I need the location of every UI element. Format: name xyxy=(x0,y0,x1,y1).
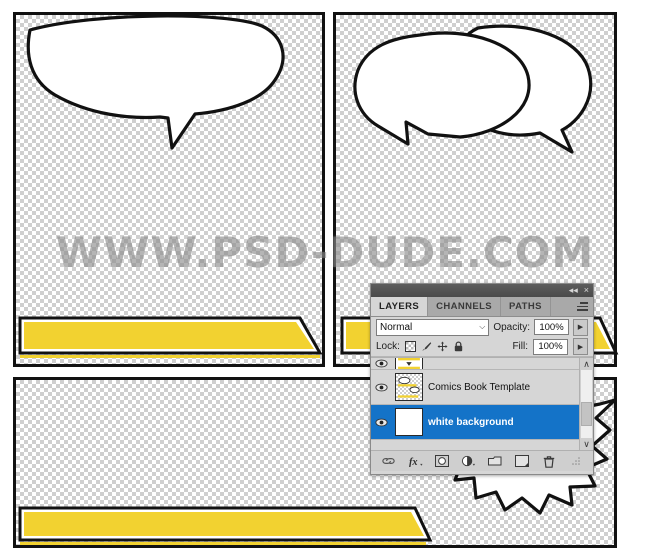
chevron-down-icon: ⌵ xyxy=(479,322,486,331)
tab-paths[interactable]: PATHS xyxy=(501,297,551,316)
lock-transparent-pixels-icon[interactable] xyxy=(404,341,416,352)
eye-icon[interactable] xyxy=(373,418,390,427)
scroll-down-arrow-icon[interactable]: ∨ xyxy=(583,438,590,450)
layer-thumbnail[interactable] xyxy=(395,408,423,436)
delete-layer-icon[interactable] xyxy=(541,454,556,468)
panel-tabs[interactable]: LAYERS CHANNELS PATHS xyxy=(371,297,593,317)
fill-stepper[interactable]: ▶ xyxy=(573,338,588,355)
svg-text:fx: fx xyxy=(409,457,418,467)
collapse-icon[interactable]: ◂◂ xyxy=(569,286,578,295)
link-layers-icon[interactable] xyxy=(381,454,396,468)
scrollbar-thumb[interactable] xyxy=(581,402,592,426)
new-layer-icon[interactable] xyxy=(515,454,530,468)
lock-label: Lock: xyxy=(376,341,400,352)
table-row[interactable]: Comics Book Template xyxy=(371,370,593,405)
layer-list[interactable]: Comics Book Template white background ∧ xyxy=(371,357,593,450)
layer-thumbnail[interactable] xyxy=(395,358,423,369)
scroll-up-arrow-icon[interactable]: ∧ xyxy=(583,358,590,370)
lock-all-icon[interactable] xyxy=(453,341,464,352)
layer-list-scrollbar[interactable]: ∧ ∨ xyxy=(579,358,593,450)
table-row[interactable]: white background xyxy=(371,405,593,440)
blend-mode-select[interactable]: Normal ⌵ xyxy=(376,318,490,336)
layer-thumbnail[interactable] xyxy=(395,373,423,401)
lock-image-pixels-icon[interactable] xyxy=(421,341,432,352)
resize-grip-icon[interactable] xyxy=(568,454,583,468)
layers-panel-footer[interactable]: fx xyxy=(371,450,593,471)
panel-titlebar[interactable]: ◂◂ × xyxy=(371,284,593,297)
fill-input[interactable]: 100% xyxy=(533,338,568,355)
panel-top-left xyxy=(13,12,325,367)
tab-layers[interactable]: LAYERS xyxy=(371,297,429,316)
new-group-icon[interactable] xyxy=(488,454,503,468)
layer-name: white background xyxy=(428,416,514,428)
lock-position-icon[interactable] xyxy=(437,341,448,352)
tab-channels[interactable]: CHANNELS xyxy=(428,297,502,316)
layers-panel[interactable]: ◂◂ × LAYERS CHANNELS PATHS Normal ⌵ Opac… xyxy=(370,283,594,475)
layer-style-fx-icon[interactable]: fx xyxy=(408,454,423,468)
fill-label: Fill: xyxy=(512,341,528,352)
blend-opacity-row: Normal ⌵ Opacity: 100% ▶ xyxy=(371,317,593,337)
blend-mode-value: Normal xyxy=(380,321,413,333)
panel-menu-icon[interactable] xyxy=(577,302,588,311)
table-row[interactable] xyxy=(371,358,593,370)
eye-icon[interactable] xyxy=(373,359,390,368)
layer-mask-icon[interactable] xyxy=(434,454,449,468)
tabs-filler xyxy=(550,297,593,316)
lock-fill-row: Lock: Fill: 100% ▶ xyxy=(371,337,593,357)
opacity-input[interactable]: 100% xyxy=(534,319,569,335)
opacity-stepper[interactable]: ▶ xyxy=(573,318,588,336)
eye-icon[interactable] xyxy=(373,383,390,392)
layer-name: Comics Book Template xyxy=(428,381,531,393)
close-icon[interactable]: × xyxy=(584,286,589,295)
photoshop-canvas: WWW.PSD-DUDE.COM ◂◂ × LAYERS CHANNELS PA… xyxy=(0,0,650,560)
adjustment-layer-icon[interactable] xyxy=(461,454,476,468)
opacity-label: Opacity: xyxy=(493,321,530,333)
